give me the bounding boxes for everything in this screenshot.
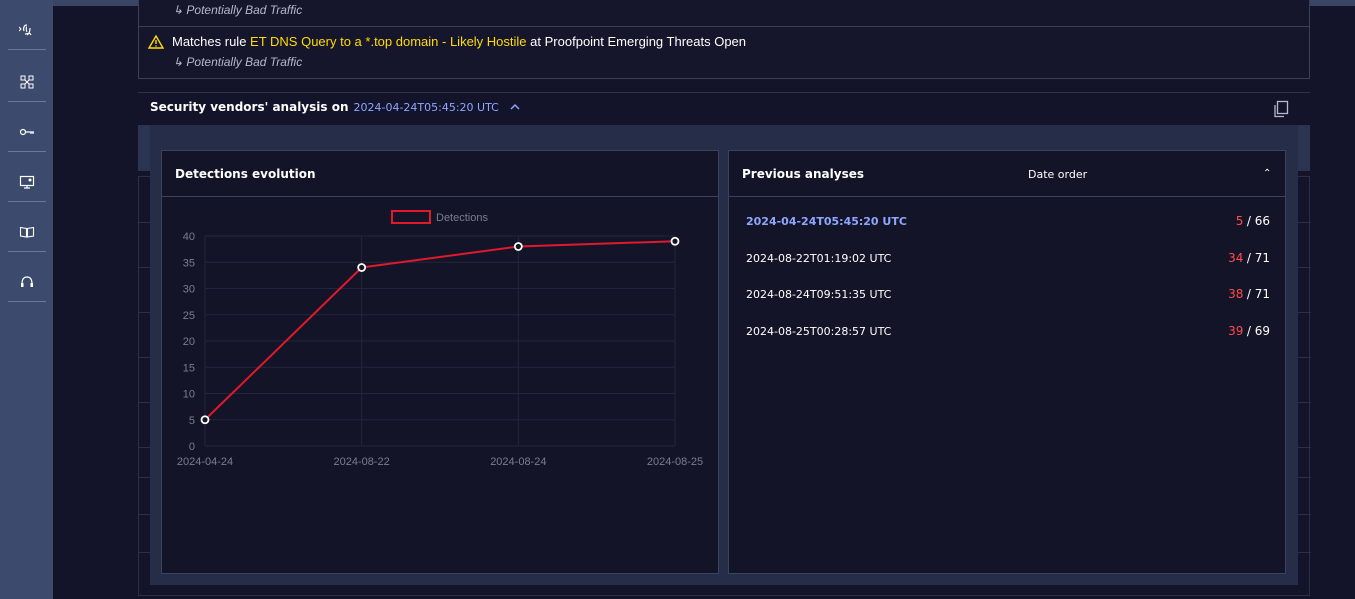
detections-chart: 0 5 10 15 20 25 30 35 40 2024-04-24 2024-08-22 2024… bbox=[177, 210, 703, 468]
y-tick-label: 35 bbox=[183, 257, 195, 269]
analysis-total: / 69 bbox=[1246, 324, 1270, 338]
fingerprint-icon bbox=[19, 23, 32, 36]
date-order-sort[interactable]: Date order bbox=[1028, 168, 1087, 181]
sidebar-item-key[interactable] bbox=[8, 112, 46, 152]
sidebar bbox=[0, 0, 53, 599]
vendors-analysis-header[interactable]: Security vendors' analysis on 2024-04-24… bbox=[150, 100, 521, 114]
y-tick-label: 25 bbox=[183, 310, 195, 322]
section-title: Security vendors' analysis on bbox=[150, 100, 349, 114]
y-tick-label: 5 bbox=[189, 415, 195, 427]
ids-subcategory: ↳ Potentially Bad Traffic bbox=[173, 55, 303, 69]
analysis-total: / 66 bbox=[1246, 214, 1270, 228]
detections-evolution-card: Detections evolution 0 5 10 15 20 25 30 35 40 202… bbox=[161, 150, 719, 574]
sort-caret-icon[interactable]: ⌃ bbox=[1263, 168, 1271, 179]
previous-analyses-card: Previous analyses Date order ⌃ 2024-04-2… bbox=[728, 150, 1286, 574]
analysis-date: 2024-08-22T01:19:02 UTC bbox=[746, 251, 892, 265]
network-icon bbox=[20, 75, 34, 88]
analysis-row[interactable]: 2024-08-25T00:28:57 UTC 39 / 69 bbox=[746, 321, 1270, 341]
rule-at: at bbox=[530, 34, 542, 49]
analysis-row[interactable]: 2024-08-22T01:19:02 UTC 34 / 71 bbox=[746, 248, 1270, 268]
y-tick-label: 40 bbox=[183, 231, 195, 243]
analysis-row[interactable]: 2024-08-24T09:51:35 UTC 38 / 71 bbox=[746, 284, 1270, 304]
section-date: 2024-04-24T05:45:20 UTC bbox=[353, 100, 499, 114]
ids-top-subcategory: ↳ Potentially Bad Traffic bbox=[173, 3, 303, 17]
y-tick-label: 0 bbox=[189, 441, 195, 453]
y-tick-label: 30 bbox=[183, 284, 195, 296]
detections-evolution-title: Detections evolution bbox=[175, 167, 316, 181]
book-icon bbox=[19, 226, 35, 238]
analysis-total: / 71 bbox=[1246, 287, 1270, 301]
warning-icon bbox=[148, 34, 164, 49]
analysis-row[interactable]: 2024-04-24T05:45:20 UTC 5 / 66 bbox=[746, 211, 1270, 231]
y-tick-label: 20 bbox=[183, 336, 195, 348]
previous-analyses-title: Previous analyses bbox=[742, 167, 864, 181]
rule-prefix: Matches rule bbox=[172, 34, 247, 49]
chevron-up-icon[interactable] bbox=[509, 101, 521, 113]
data-point bbox=[670, 236, 680, 246]
data-point bbox=[200, 415, 210, 425]
x-tick-label: 2024-08-22 bbox=[334, 456, 390, 468]
sidebar-item-fingerprint[interactable] bbox=[8, 10, 46, 50]
analysis-total: / 71 bbox=[1246, 251, 1270, 265]
analysis-date: 2024-08-25T00:28:57 UTC bbox=[746, 324, 892, 338]
x-tick-label: 2024-08-24 bbox=[490, 456, 546, 468]
analysis-date: 2024-08-24T09:51:35 UTC bbox=[746, 287, 892, 301]
rule-name-link[interactable]: ET DNS Query to a *.top domain - Likely … bbox=[250, 34, 527, 49]
analysis-detections: 34 bbox=[1228, 251, 1244, 265]
data-point bbox=[357, 263, 367, 272]
ruleset-name: Proofpoint Emerging Threats Open bbox=[544, 34, 747, 49]
copy-icon[interactable] bbox=[1272, 100, 1290, 118]
monitor-icon bbox=[19, 175, 35, 189]
analysis-detections: 5 bbox=[1235, 214, 1244, 228]
analysis-detections: 39 bbox=[1228, 324, 1244, 338]
data-point bbox=[513, 242, 523, 251]
sidebar-item-graph[interactable] bbox=[8, 62, 46, 102]
support-icon bbox=[21, 275, 33, 287]
key-icon bbox=[19, 128, 34, 135]
series-line bbox=[204, 240, 676, 421]
sidebar-item-monitor[interactable] bbox=[8, 162, 46, 202]
x-tick-label: 2024-08-25 bbox=[647, 456, 703, 468]
ids-rule-line: Matches rule ET DNS Query to a *.top dom… bbox=[148, 34, 746, 49]
legend-label: Detections bbox=[436, 212, 488, 224]
sidebar-item-support[interactable] bbox=[8, 262, 46, 302]
legend-swatch bbox=[391, 210, 431, 224]
analysis-date: 2024-04-24T05:45:20 UTC bbox=[746, 214, 907, 228]
y-tick-label: 15 bbox=[183, 362, 195, 374]
y-tick-label: 10 bbox=[183, 389, 195, 401]
x-tick-label: 2024-04-24 bbox=[177, 456, 233, 468]
sidebar-item-docs[interactable] bbox=[8, 212, 46, 252]
section-divider bbox=[138, 92, 1310, 93]
ids-divider bbox=[139, 26, 1309, 27]
analysis-detections: 38 bbox=[1228, 287, 1244, 301]
